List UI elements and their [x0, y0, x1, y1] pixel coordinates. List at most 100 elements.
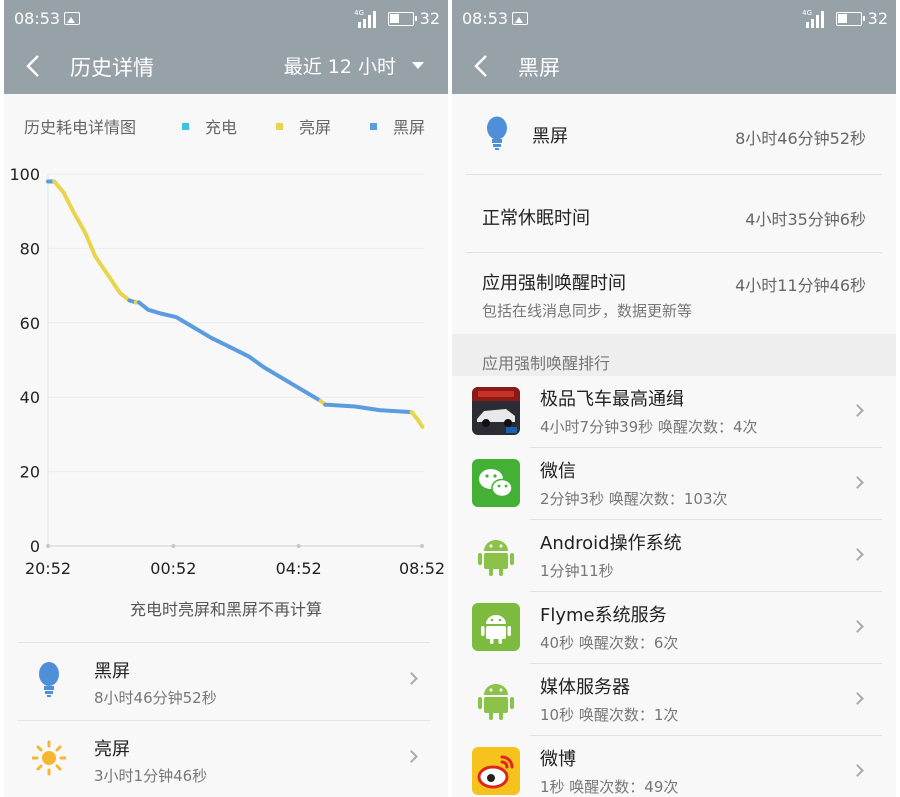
battery-level: 32: [867, 9, 888, 28]
app-name: 微博: [540, 749, 576, 770]
bulb-icon: [39, 662, 59, 697]
x-tick-label: 20:52: [25, 559, 71, 578]
legend-label: 充电: [205, 118, 238, 137]
battery-level: 32: [419, 9, 440, 28]
page-title: 黑屏: [518, 56, 560, 80]
battery-icon: [388, 12, 417, 26]
app-row-nfs[interactable]: 极品飞车最高通缉 4小时7分钟39秒 唤醒次数：4次: [452, 376, 896, 448]
android-icon: [472, 531, 520, 579]
series-line: [323, 402, 414, 415]
history-detail-screen: 08:53 4G 32 历史详情 最近 12 小时 历史耗电详情图 充电 亮屏: [4, 0, 448, 797]
chevron-right-icon: [851, 476, 864, 489]
top-bar: 历史详情 最近 12 小时: [4, 38, 448, 94]
app-row-flyme-service[interactable]: Flyme系统服务 40秒 唤醒次数：6次: [452, 592, 896, 664]
image-notification-icon: [64, 12, 80, 25]
legend-screen-off: 黑屏: [370, 114, 425, 138]
app-detail: 10秒 唤醒次数：1次: [540, 706, 679, 724]
summary-label: 黑屏: [532, 126, 568, 147]
usage-row-screen-on[interactable]: 亮屏 3小时1分钟46秒: [18, 720, 430, 797]
y-tick-label: 80: [20, 239, 40, 258]
forced-wake-value: 4小时11分钟46秒: [735, 276, 866, 295]
forced-wake-description: 包括在线消息同步，数据更新等: [482, 302, 693, 320]
divider: [466, 174, 882, 175]
y-tick-label: 20: [20, 463, 40, 482]
legend-charging: 充电: [182, 114, 237, 138]
wechat-icon: [472, 459, 520, 507]
usage-duration: 8小时46分钟52秒: [94, 689, 217, 707]
ranking-section-header: 应用强制唤醒排行: [452, 334, 896, 376]
y-tick-label: 0: [30, 537, 40, 556]
chevron-left-icon[interactable]: [474, 54, 488, 78]
chart-footnote: 充电时亮屏和黑屏不再计算: [129, 600, 322, 619]
chevron-right-icon: [851, 548, 864, 561]
chevron-right-icon: [405, 672, 418, 685]
app-name: 微信: [540, 461, 576, 482]
app-detail: 1分钟11秒: [540, 562, 614, 580]
chevron-left-icon[interactable]: [26, 54, 40, 78]
usage-row-screen-off[interactable]: 黑屏 8小时46分钟52秒: [18, 642, 430, 720]
app-detail: 4小时7分钟39秒 唤醒次数：4次: [540, 418, 758, 436]
y-tick-label: 40: [20, 388, 40, 407]
sun-icon: [32, 740, 66, 776]
summary-value: 8小时46分钟52秒: [735, 129, 866, 148]
legend-label: 黑屏: [393, 118, 426, 137]
usage-name: 亮屏: [94, 739, 130, 760]
android-square-icon: [472, 603, 520, 651]
bulb-icon: [487, 116, 507, 150]
legend-screen-on: 亮屏: [276, 114, 331, 138]
legend-dot: [182, 122, 189, 130]
status-time: 08:53: [14, 9, 61, 28]
android-icon: [472, 675, 520, 723]
series-line: [409, 410, 425, 429]
time-range-dropdown[interactable]: 最近 12 小时: [284, 52, 424, 79]
chevron-right-icon: [851, 764, 864, 777]
image-notification-icon: [512, 12, 528, 25]
app-row-android-os[interactable]: Android操作系统 1分钟11秒: [452, 520, 896, 592]
usage-duration: 3小时1分钟46秒: [94, 767, 208, 785]
top-bar: 黑屏: [452, 38, 896, 94]
screen-off-detail-screen: 08:53 4G 32 黑屏 黑屏 8小时46分钟52秒 正常休眠时间 4小时3…: [452, 0, 896, 797]
app-name: 极品飞车最高通缉: [540, 389, 684, 410]
x-tick-label: 00:52: [150, 559, 196, 578]
app-detail: 1秒 唤醒次数：49次: [540, 778, 679, 796]
caret-down-icon: [412, 62, 424, 69]
racing-game-icon: [472, 387, 520, 435]
signal-icon: [806, 11, 824, 28]
app-name: 媒体服务器: [540, 677, 630, 698]
weibo-icon: [472, 747, 520, 795]
normal-sleep-label: 正常休眠时间: [482, 208, 590, 229]
usage-name: 黑屏: [94, 661, 130, 682]
series-line: [52, 179, 132, 303]
legend-dot: [276, 122, 283, 130]
app-name: Android操作系统: [540, 533, 682, 554]
x-tick-label: 08:52: [399, 559, 445, 578]
app-row-wechat[interactable]: 微信 2分钟3秒 唤醒次数：103次: [452, 448, 896, 520]
page-title: 历史详情: [70, 56, 154, 80]
forced-wake-label: 应用强制唤醒时间: [482, 273, 626, 294]
app-row-media-server[interactable]: 媒体服务器 10秒 唤醒次数：1次: [452, 664, 896, 736]
battery-icon: [836, 12, 865, 26]
series-line: [136, 300, 323, 403]
x-tick-dot: [420, 544, 424, 548]
battery-history-chart: 100 80 60 40 20 0 20:52 00:52 04:52 08:52: [9, 165, 445, 578]
y-tick-label: 60: [20, 314, 40, 333]
x-tick-dot: [171, 544, 176, 548]
status-bar: 08:53 4G 32: [452, 0, 896, 38]
time-range-label: 最近 12 小时: [283, 56, 396, 78]
app-row-weibo[interactable]: 微博 1秒 唤醒次数：49次: [452, 736, 896, 797]
chevron-right-icon: [851, 404, 864, 417]
divider: [466, 252, 882, 253]
status-bar: 08:53 4G 32: [4, 0, 448, 38]
legend-dot: [370, 122, 377, 130]
app-name: Flyme系统服务: [540, 605, 667, 626]
x-tick-dot: [46, 544, 50, 548]
chart-title: 历史耗电详情图: [24, 118, 137, 137]
ranking-title: 应用强制唤醒排行: [482, 354, 611, 373]
chevron-right-icon: [405, 750, 418, 763]
chart-header: 历史耗电详情图 充电 亮屏 黑屏: [4, 114, 448, 138]
legend-label: 亮屏: [299, 118, 332, 137]
status-time: 08:53: [462, 9, 509, 28]
x-tick-dot: [296, 544, 301, 548]
app-detail: 2分钟3秒 唤醒次数：103次: [540, 490, 728, 508]
chevron-right-icon: [851, 620, 864, 633]
